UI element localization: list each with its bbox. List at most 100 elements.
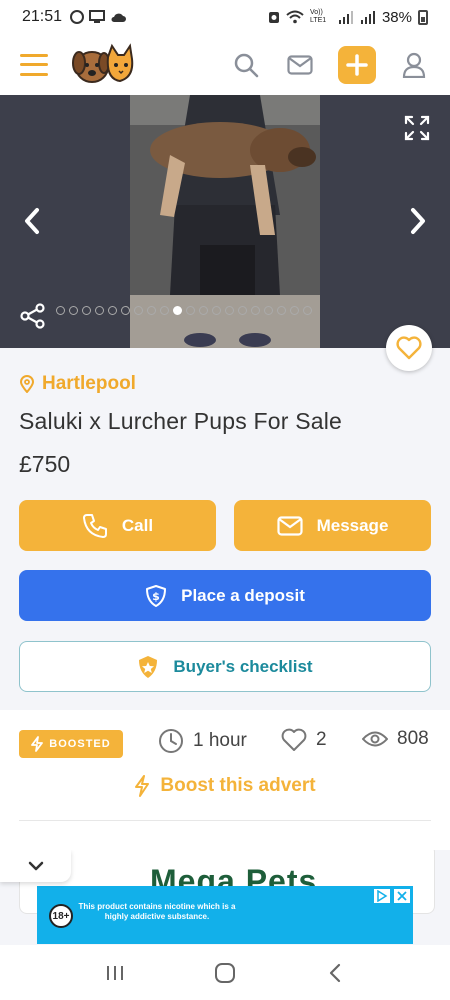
gallery-dot[interactable] <box>69 306 78 315</box>
mail-icon[interactable] <box>284 49 316 81</box>
wifi-icon <box>286 10 304 24</box>
gallery-dot[interactable] <box>199 306 208 315</box>
signal-icon <box>338 11 353 24</box>
clock-icon <box>159 729 183 753</box>
boosted-badge: BOOSTED <box>19 730 123 758</box>
fullscreen-icon[interactable] <box>404 115 430 141</box>
previous-image-button[interactable] <box>14 203 50 239</box>
next-image-button[interactable] <box>400 203 436 239</box>
listing-price: £750 <box>19 451 71 477</box>
gallery-dot[interactable] <box>82 306 91 315</box>
boost-advert-link[interactable]: Boost this advert <box>0 775 450 797</box>
share-icon[interactable] <box>20 303 46 329</box>
gallery-dot[interactable] <box>186 306 195 315</box>
age-rating-badge: 18+ <box>49 904 73 928</box>
system-navigation-bar <box>0 945 450 1000</box>
boosted-label: BOOSTED <box>49 738 111 750</box>
place-deposit-button[interactable]: $ Place a deposit <box>19 570 431 621</box>
gallery-dot[interactable] <box>277 306 286 315</box>
listing-info: Hartlepool Saluki x Lurcher Pups For Sal… <box>0 348 450 710</box>
buyers-checklist-button[interactable]: Buyer's checklist <box>19 641 431 692</box>
posted-value: 1 hour <box>193 730 247 751</box>
gallery-dot[interactable] <box>147 306 156 315</box>
messenger-icon <box>70 10 85 24</box>
advertisement-banner[interactable]: 18+ This product contains nicotine which… <box>37 886 413 944</box>
boost-label: Boost this advert <box>160 775 316 796</box>
views-count: 808 <box>362 728 429 750</box>
gallery-dot[interactable] <box>108 306 117 315</box>
battery-percent: 38% <box>381 8 412 26</box>
recent-apps-icon <box>107 965 123 980</box>
message-button[interactable]: Message <box>234 500 431 551</box>
message-label: Message <box>316 515 389 535</box>
divider <box>19 820 431 821</box>
back-button[interactable] <box>315 953 355 993</box>
deposit-label: Place a deposit <box>181 585 305 605</box>
phone-icon <box>82 513 107 538</box>
location-link[interactable]: Hartlepool <box>20 373 136 395</box>
mail-icon <box>276 515 303 536</box>
alarm-icon <box>268 12 279 23</box>
recent-apps-button[interactable] <box>95 953 135 993</box>
gallery-dot[interactable] <box>134 306 143 315</box>
cat-and-dog-logo[interactable] <box>72 42 134 87</box>
plus-icon <box>346 53 368 76</box>
badge-star-icon <box>139 655 158 678</box>
image-gallery[interactable] <box>0 95 450 348</box>
gallery-dot[interactable] <box>160 306 169 315</box>
user-icon[interactable] <box>398 49 430 81</box>
gallery-dot[interactable] <box>95 306 104 315</box>
close-ad-icon[interactable] <box>393 888 411 904</box>
search-icon[interactable] <box>230 49 262 81</box>
checklist-label: Buyer's checklist <box>173 656 313 676</box>
gallery-dot[interactable] <box>251 306 260 315</box>
network-label: Vo)) LTE1 <box>309 9 327 24</box>
gallery-dot[interactable] <box>173 306 182 315</box>
home-icon <box>215 962 235 983</box>
gallery-dot[interactable] <box>212 306 221 315</box>
heart-icon <box>396 336 422 360</box>
listing-stats: BOOSTED 1 hour 2 808 Boost this advert <box>0 710 450 850</box>
status-bar: 21:51 Vo)) LTE1 38% <box>0 0 450 34</box>
collapse-ad-button[interactable] <box>0 850 71 882</box>
gallery-dot[interactable] <box>56 306 65 315</box>
gallery-dot[interactable] <box>121 306 130 315</box>
notification-icons <box>70 10 127 24</box>
gallery-dot[interactable] <box>264 306 273 315</box>
gallery-dot[interactable] <box>238 306 247 315</box>
battery-icon <box>418 9 428 25</box>
chevron-right-icon <box>411 208 425 234</box>
adchoices-icon[interactable] <box>373 888 391 904</box>
post-advert-button[interactable] <box>338 45 376 84</box>
posted-time: 1 hour <box>158 728 247 754</box>
lower-section: Mega Pets 18+ This product contains nico… <box>0 850 450 945</box>
menu-icon[interactable] <box>20 53 48 76</box>
chevron-left-icon <box>25 208 39 234</box>
gallery-dot[interactable] <box>290 306 299 315</box>
location-label: Hartlepool <box>42 373 136 394</box>
app-header <box>0 34 450 95</box>
eye-icon <box>362 731 388 747</box>
likes-value: 2 <box>316 729 327 750</box>
call-label: Call <box>121 515 154 535</box>
shield-dollar-icon: $ <box>146 584 167 607</box>
chevron-down-icon <box>28 861 43 871</box>
gallery-pagination[interactable] <box>56 306 312 315</box>
views-value: 808 <box>397 728 429 749</box>
back-icon <box>329 963 341 982</box>
signal-icon-2 <box>360 11 375 24</box>
gallery-dot[interactable] <box>303 306 312 315</box>
gallery-dot[interactable] <box>225 306 234 315</box>
listing-title: Saluki x Lurcher Pups For Sale <box>19 408 343 434</box>
heart-icon <box>281 728 307 751</box>
lightning-icon <box>31 736 44 752</box>
call-button[interactable]: Call <box>19 500 216 551</box>
lightning-icon <box>135 775 150 797</box>
likes-count: 2 <box>281 728 327 752</box>
home-button[interactable] <box>205 953 245 993</box>
favourite-button[interactable] <box>386 325 432 371</box>
screen-icon <box>89 10 106 23</box>
ad-text: This product contains nicotine which is … <box>78 902 236 921</box>
status-time: 21:51 <box>22 8 63 25</box>
location-pin-icon <box>20 375 34 393</box>
